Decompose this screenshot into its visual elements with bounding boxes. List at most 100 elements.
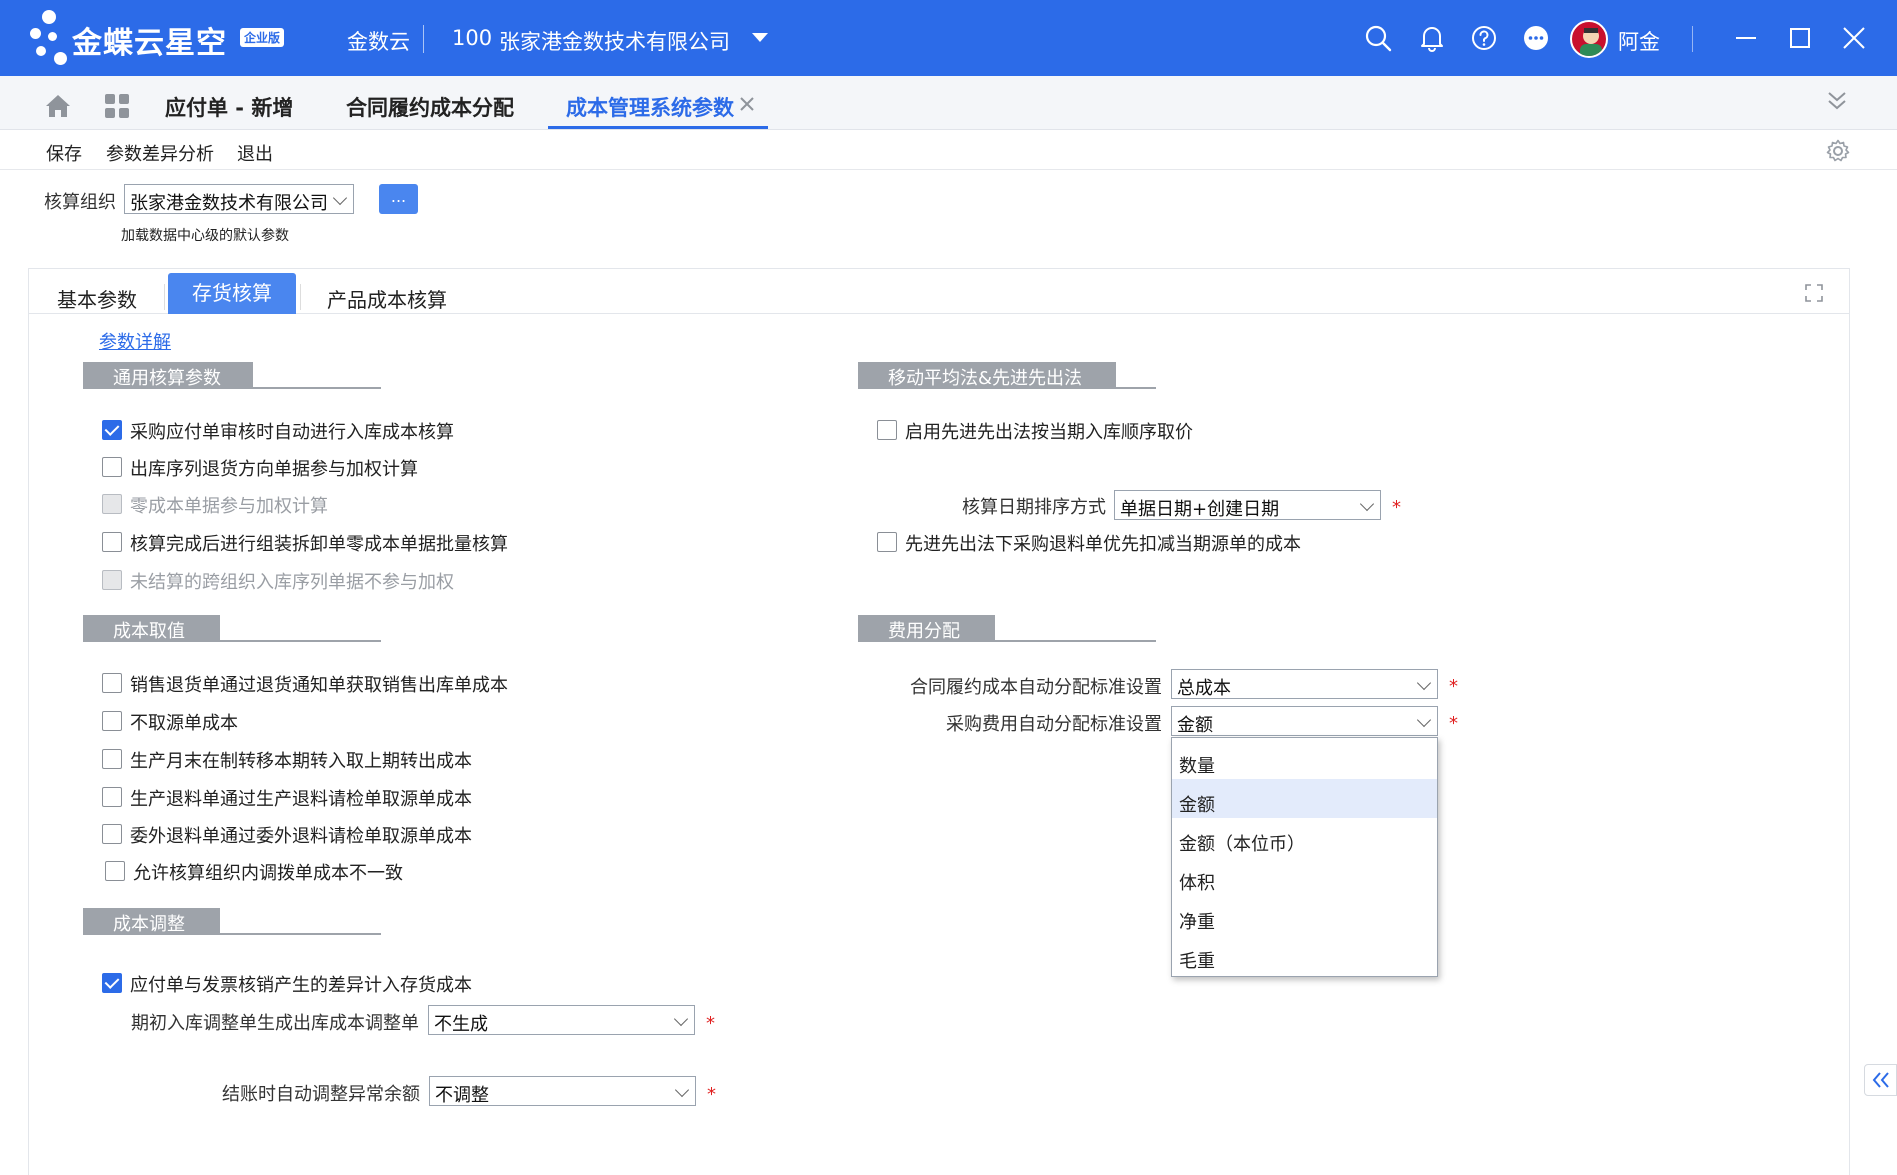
checkbox-production-return-cost[interactable] — [102, 787, 122, 807]
section-cost-adjust-header: 成本调整 — [83, 908, 220, 935]
toolbar: 保存 参数差异分析 退出 — [0, 130, 1897, 170]
gear-icon[interactable] — [1826, 139, 1850, 163]
checkbox-label: 生产退料单通过生产退料请检单取源单成本 — [130, 789, 472, 810]
purchase-allocation-select[interactable]: 金额 — [1171, 706, 1438, 736]
product-name[interactable]: 金数云 — [347, 26, 410, 56]
document-tab-bar: 应付单 - 新增 合同履约成本分配 成本管理系统参数 — [0, 76, 1897, 130]
checkbox-sales-return-cost[interactable] — [102, 673, 122, 693]
checkbox-unsettled-cross-org — [102, 570, 122, 590]
chevron-down-icon — [674, 1082, 690, 1098]
double-chevron-left-icon — [1872, 1072, 1889, 1088]
double-chevron-down-icon[interactable] — [1826, 90, 1848, 112]
user-avatar[interactable] — [1570, 20, 1608, 58]
bell-icon[interactable] — [1418, 24, 1446, 52]
checkbox-label: 核算完成后进行组装拆卸单零成本单据批量核算 — [130, 534, 508, 555]
checkbox-label: 生产月末在制转移本期转入取上期转出成本 — [130, 751, 472, 772]
required-mark: * — [706, 1013, 715, 1034]
checkbox-label: 采购应付单审核时自动进行入库成本核算 — [130, 422, 454, 443]
checkbox-label: 零成本单据参与加权计算 — [130, 496, 328, 517]
checkbox-outsource-return-cost[interactable] — [102, 824, 122, 844]
purchase-allocation-value: 金额 — [1177, 715, 1213, 736]
section-divider — [83, 933, 381, 935]
org-name[interactable]: 张家港金数技术有限公司 — [499, 26, 730, 56]
contract-allocation-select[interactable]: 总成本 — [1171, 669, 1438, 699]
checkbox-no-source-cost[interactable] — [102, 711, 122, 731]
required-mark: * — [1449, 713, 1458, 734]
closing-adjust-select[interactable]: 不调整 — [429, 1076, 696, 1106]
section-moving-fifo-header: 移动平均法&先进先出法 — [858, 362, 1116, 389]
date-sort-select[interactable]: 单据日期+创建日期 — [1114, 490, 1381, 520]
dropdown-option-net-weight[interactable]: 净重 — [1172, 896, 1437, 935]
close-tab-icon[interactable] — [739, 96, 755, 112]
checkbox-label: 应付单与发票核销产生的差异计入存货成本 — [130, 975, 472, 996]
exit-button[interactable]: 退出 — [237, 140, 273, 166]
dropdown-option-gross-weight[interactable]: 毛重 — [1172, 935, 1437, 974]
accounting-org-label: 核算组织 — [44, 192, 116, 213]
purchase-allocation-label: 采购费用自动分配标准设置 — [946, 714, 1162, 735]
required-mark: * — [707, 1084, 716, 1105]
search-icon[interactable] — [1364, 24, 1392, 52]
tab-product-cost-accounting[interactable]: 产品成本核算 — [327, 284, 447, 313]
minimize-icon[interactable] — [1732, 24, 1760, 52]
expand-fullscreen-icon[interactable] — [1804, 283, 1824, 303]
user-name[interactable]: 阿金 — [1618, 26, 1660, 56]
section-cost-value-header: 成本取值 — [83, 615, 220, 642]
dropdown-option-amount[interactable]: 金额 — [1172, 779, 1437, 818]
window-controls-divider — [1692, 26, 1693, 52]
chevron-down-icon — [673, 1011, 689, 1027]
title-divider — [423, 25, 424, 53]
org-switch-chevron-down-icon[interactable] — [752, 33, 768, 42]
opening-adjust-select[interactable]: 不生成 — [428, 1005, 695, 1035]
opening-adjust-label: 期初入库调整单生成出库成本调整单 — [131, 1013, 419, 1034]
dropdown-option-quantity[interactable]: 数量 — [1172, 740, 1437, 779]
chevron-down-icon — [332, 190, 348, 206]
checkbox-transfer-cost-inconsistent[interactable] — [105, 861, 125, 881]
section-divider — [858, 640, 1156, 642]
checkbox-wip-transfer-cost[interactable] — [102, 749, 122, 769]
save-button[interactable]: 保存 — [46, 140, 82, 166]
tab-contract-cost-allocation[interactable]: 合同履约成本分配 — [346, 92, 514, 122]
checkbox-zero-cost-weighted — [102, 494, 122, 514]
side-panel-toggle[interactable] — [1864, 1064, 1897, 1096]
kingdee-logo-icon — [24, 8, 74, 68]
edition-badge: 企业版 — [240, 28, 285, 47]
title-bar: 金蝶云星空 企业版 金数云 100 张家港金数技术有限公司 阿金 — [0, 0, 1897, 76]
help-icon[interactable] — [1470, 24, 1498, 52]
accounting-org-select[interactable]: 张家港金数技术有限公司 — [124, 184, 354, 214]
org-lookup-button[interactable]: ... — [379, 184, 418, 214]
contract-allocation-label: 合同履约成本自动分配标准设置 — [910, 677, 1162, 698]
checkbox-assembly-zero-cost-batch[interactable] — [102, 532, 122, 552]
checkbox-invoice-diff-to-inventory[interactable] — [102, 973, 122, 993]
maximize-icon[interactable] — [1786, 24, 1814, 52]
section-divider — [83, 640, 381, 642]
checkbox-return-weighted-calc[interactable] — [102, 457, 122, 477]
dropdown-option-volume[interactable]: 体积 — [1172, 857, 1437, 896]
date-sort-value: 单据日期+创建日期 — [1120, 499, 1280, 520]
checkbox-label: 委外退料单通过委外退料请检单取源单成本 — [130, 826, 472, 847]
tab-payable-new[interactable]: 应付单 - 新增 — [165, 92, 293, 122]
tab-cost-system-params[interactable]: 成本管理系统参数 — [566, 92, 734, 122]
checkbox-label: 出库序列退货方向单据参与加权计算 — [130, 459, 418, 480]
checkbox-label: 销售退货单通过退货通知单获取销售出库单成本 — [130, 675, 508, 696]
section-general-header: 通用核算参数 — [83, 362, 253, 389]
param-diff-analysis-button[interactable]: 参数差异分析 — [106, 140, 214, 166]
checkbox-fifo-inbound-order[interactable] — [877, 420, 897, 440]
checkbox-fifo-return-priority[interactable] — [877, 532, 897, 552]
close-window-icon[interactable] — [1840, 24, 1868, 52]
load-default-params-hint: 加载数据中心级的默认参数 — [121, 228, 289, 244]
opening-adjust-value: 不生成 — [434, 1014, 488, 1035]
home-icon[interactable] — [44, 93, 72, 119]
checkbox-label: 先进先出法下采购退料单优先扣减当期源单的成本 — [905, 534, 1301, 555]
closing-adjust-label: 结账时自动调整异常余额 — [222, 1084, 420, 1105]
checkbox-label: 允许核算组织内调拨单成本不一致 — [133, 863, 403, 884]
param-details-link[interactable]: 参数详解 — [99, 328, 171, 354]
app-grid-icon[interactable] — [104, 93, 130, 119]
more-dots-icon[interactable] — [1522, 24, 1550, 52]
dropdown-option-amount-local[interactable]: 金额（本位币） — [1172, 818, 1437, 857]
tab-basic-params[interactable]: 基本参数 — [57, 284, 137, 313]
tab-inventory-accounting[interactable]: 存货核算 — [168, 273, 296, 314]
org-code[interactable]: 100 — [452, 26, 492, 50]
section-divider — [858, 387, 1156, 389]
checkbox-auto-inbound-cost[interactable] — [102, 420, 122, 440]
brand-name: 金蝶云星空 — [72, 26, 227, 61]
